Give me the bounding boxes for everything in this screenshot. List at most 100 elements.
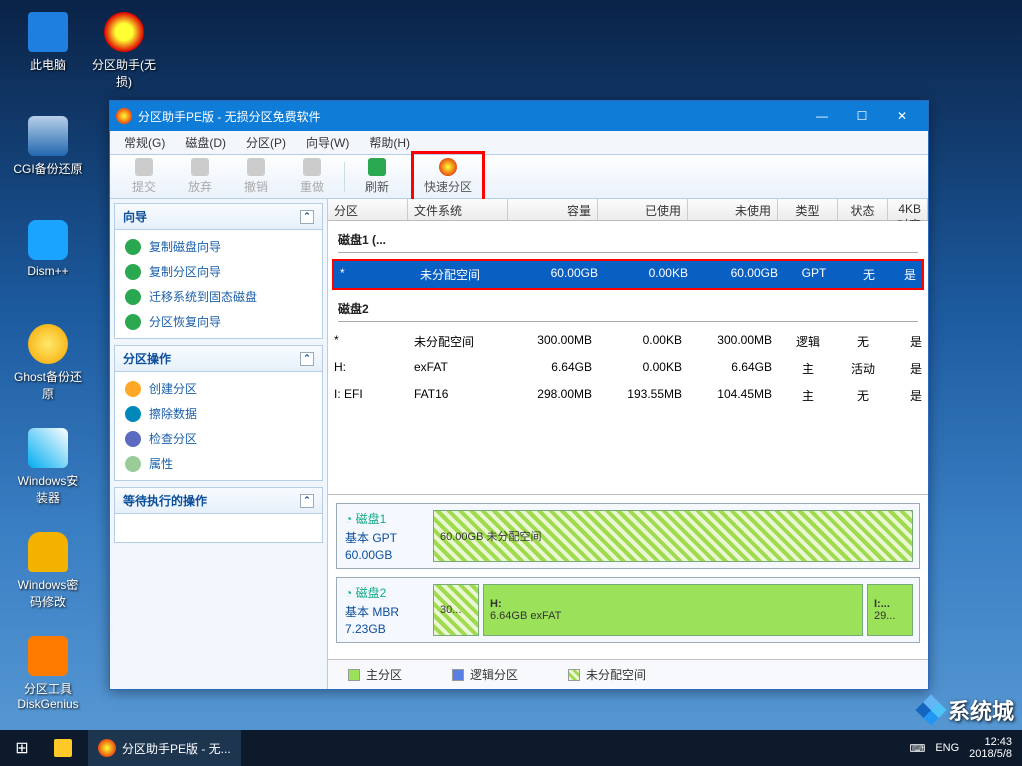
disk-icon: ◔ 磁盘2 <box>345 584 419 601</box>
tray-lang[interactable]: ENG <box>935 742 959 754</box>
legend: 主分区 逻辑分区 未分配空间 <box>328 659 928 689</box>
toolbar-separator <box>344 162 345 192</box>
undo-icon <box>247 158 265 176</box>
segment-unallocated[interactable]: 30... <box>433 584 479 636</box>
panel-title-wizard: 向导 <box>123 208 147 225</box>
desktop-icon-winsetup[interactable]: Windows安装器 <box>12 428 84 506</box>
tool-discard[interactable]: 放弃 <box>176 158 224 195</box>
desktop-icon-ghost[interactable]: Ghost备份还原 <box>12 324 84 402</box>
panel-wizard: 向导 ⌃ 复制磁盘向导 复制分区向导 迁移系统到固态磁盘 分区恢复向导 <box>114 203 323 339</box>
watermark: 系统城 <box>920 694 1014 726</box>
col-fs[interactable]: 文件系统 <box>408 199 508 220</box>
shield-icon <box>125 264 141 280</box>
tool-commit[interactable]: 提交 <box>120 158 168 195</box>
col-capacity[interactable]: 容量 <box>508 199 598 220</box>
check-icon <box>135 158 153 176</box>
create-icon <box>125 381 141 397</box>
op-properties[interactable]: 属性 <box>115 451 322 476</box>
desktop-icon-cgi[interactable]: CGI备份还原 <box>12 116 84 177</box>
shield-icon <box>125 314 141 330</box>
desktop-icon-diskgenius[interactable]: 分区工具DiskGenius <box>12 636 84 711</box>
menu-general[interactable]: 常规(G) <box>116 132 173 153</box>
col-type[interactable]: 类型 <box>778 199 838 220</box>
wizard-migrate-ssd[interactable]: 迁移系统到固态磁盘 <box>115 284 322 309</box>
redo-icon <box>303 158 321 176</box>
discard-icon <box>191 158 209 176</box>
tray-keyboard-icon[interactable]: ⌨ <box>909 742 925 755</box>
op-wipe-data[interactable]: 擦除数据 <box>115 401 322 426</box>
collapse-icon[interactable]: ⌃ <box>300 494 314 508</box>
tray-date[interactable]: 2018/5/8 <box>969 748 1012 760</box>
segment-h[interactable]: H:6.64GB exFAT <box>483 584 863 636</box>
group-disk1: 磁盘1 (... <box>328 221 928 252</box>
tool-refresh[interactable]: 刷新 <box>353 158 401 195</box>
app-window: 分区助手PE版 - 无损分区免费软件 — ☐ ✕ 常规(G) 磁盘(D) 分区(… <box>109 100 929 690</box>
menu-partition[interactable]: 分区(P) <box>238 132 294 153</box>
menubar: 常规(G) 磁盘(D) 分区(P) 向导(W) 帮助(H) <box>110 131 928 155</box>
titlebar[interactable]: 分区助手PE版 - 无损分区免费软件 — ☐ ✕ <box>110 101 928 131</box>
refresh-icon <box>368 158 386 176</box>
shield-icon <box>125 289 141 305</box>
table-row[interactable]: I: EFIFAT16298.00MB193.55MB104.45MB主无是 <box>328 382 928 409</box>
op-create-partition[interactable]: 创建分区 <box>115 376 322 401</box>
wizard-copy-disk[interactable]: 复制磁盘向导 <box>115 234 322 259</box>
menu-help[interactable]: 帮助(H) <box>361 132 418 153</box>
folder-icon <box>54 739 72 757</box>
table-row-disk1-unalloc[interactable]: * 未分配空间 60.00GB 0.00KB 60.00GB GPT 无 是 <box>332 259 924 290</box>
close-button[interactable]: ✕ <box>882 101 922 131</box>
tool-quick-partition[interactable]: 快速分区 <box>424 158 472 195</box>
desktop-icon-partition-assistant[interactable]: 分区助手(无损) <box>88 12 160 90</box>
watermark-logo-icon <box>915 694 946 725</box>
window-title: 分区助手PE版 - 无损分区免费软件 <box>138 108 802 125</box>
col-name[interactable]: 分区 <box>328 199 408 220</box>
minimize-button[interactable]: — <box>802 101 842 131</box>
wizard-recover-partition[interactable]: 分区恢复向导 <box>115 309 322 334</box>
desktop-icon-dism[interactable]: Dism++ <box>12 220 84 278</box>
op-check-partition[interactable]: 检查分区 <box>115 426 322 451</box>
desktop-icon-winpwd[interactable]: Windows密码修改 <box>12 532 84 610</box>
col-unused[interactable]: 未使用 <box>688 199 778 220</box>
check-icon <box>125 431 141 447</box>
start-button[interactable]: ⊞ <box>0 730 44 766</box>
desktop-icon-thispc[interactable]: 此电脑 <box>12 12 84 73</box>
diskmap-disk2[interactable]: ◔ 磁盘2 基本 MBR 7.23GB 30... H:6.64GB exFAT… <box>336 577 920 643</box>
collapse-icon[interactable]: ⌃ <box>300 352 314 366</box>
menu-disk[interactable]: 磁盘(D) <box>177 132 234 153</box>
quick-partition-icon <box>439 158 457 176</box>
tool-redo[interactable]: 重做 <box>288 158 336 195</box>
table-row[interactable]: H:exFAT6.64GB0.00KB6.64GB主活动是 <box>328 355 928 382</box>
taskbar-explorer[interactable] <box>44 730 88 766</box>
wipe-icon <box>125 406 141 422</box>
tool-undo[interactable]: 撤销 <box>232 158 280 195</box>
wizard-copy-partition[interactable]: 复制分区向导 <box>115 259 322 284</box>
menu-wizard[interactable]: 向导(W) <box>298 132 357 153</box>
col-align[interactable]: 4KB对齐 <box>888 199 928 220</box>
panel-pending: 等待执行的操作 ⌃ <box>114 487 323 543</box>
highlight-quick-partition: 快速分区 <box>411 151 485 202</box>
panel-title-pending: 等待执行的操作 <box>123 492 207 509</box>
diskmap-disk1[interactable]: ◔ 磁盘1 基本 GPT 60.00GB 60.00GB 未分配空间 <box>336 503 920 569</box>
maximize-button[interactable]: ☐ <box>842 101 882 131</box>
sidebar: 向导 ⌃ 复制磁盘向导 复制分区向导 迁移系统到固态磁盘 分区恢复向导 分区操作⌃… <box>110 199 328 689</box>
col-status[interactable]: 状态 <box>838 199 888 220</box>
grid-body: 磁盘1 (... * 未分配空间 60.00GB 0.00KB 60.00GB … <box>328 221 928 494</box>
tray-time[interactable]: 12:43 <box>969 736 1012 748</box>
legend-primary-swatch <box>348 669 360 681</box>
taskbar: ⊞ 分区助手PE版 - 无... ⌨ ENG 12:43 2018/5/8 <box>0 730 1022 766</box>
collapse-icon[interactable]: ⌃ <box>300 210 314 224</box>
system-tray[interactable]: ⌨ ENG 12:43 2018/5/8 <box>899 736 1022 760</box>
panel-partition-ops: 分区操作⌃ 创建分区 擦除数据 检查分区 属性 <box>114 345 323 481</box>
shield-icon <box>125 239 141 255</box>
app-icon <box>98 739 116 757</box>
app-icon <box>116 108 132 124</box>
main-pane: 分区 文件系统 容量 已使用 未使用 类型 状态 4KB对齐 磁盘1 (... … <box>328 199 928 689</box>
disk-map-area: ◔ 磁盘1 基本 GPT 60.00GB 60.00GB 未分配空间 ◔ 磁盘2… <box>328 494 928 659</box>
taskbar-app[interactable]: 分区助手PE版 - 无... <box>88 730 241 766</box>
legend-unalloc-swatch <box>568 669 580 681</box>
legend-logical-swatch <box>452 669 464 681</box>
table-row[interactable]: *未分配空间300.00MB0.00KB300.00MB逻辑无是 <box>328 328 928 355</box>
grid-header: 分区 文件系统 容量 已使用 未使用 类型 状态 4KB对齐 <box>328 199 928 221</box>
segment-i[interactable]: I:...29... <box>867 584 913 636</box>
col-used[interactable]: 已使用 <box>598 199 688 220</box>
segment-unallocated[interactable]: 60.00GB 未分配空间 <box>433 510 913 562</box>
